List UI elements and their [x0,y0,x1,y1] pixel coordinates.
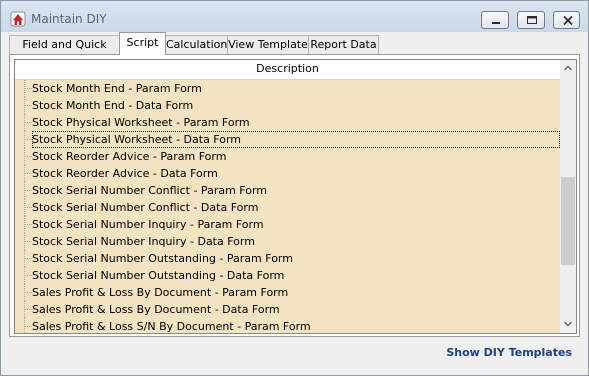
tree-connector [25,173,32,174]
table-row[interactable]: Stock Month End - Data Form [15,97,560,114]
window-title: Maintain DIY [31,12,107,26]
table-row[interactable]: Stock Serial Number Outstanding - Param … [15,250,560,267]
table-row[interactable]: Sales Profit & Loss S/N By Document - Pa… [15,318,560,333]
tab-script[interactable]: Script [119,32,166,55]
table-row[interactable]: Stock Serial Number Inquiry - Data Form [15,233,560,250]
row-description: Stock Physical Worksheet - Data Form [32,131,560,148]
scroll-down-button[interactable] [560,316,576,333]
tree-connector [25,258,32,259]
row-description: Stock Reorder Advice - Param Form [32,150,227,163]
row-description: Stock Month End - Data Form [32,99,194,112]
tree-connector [25,88,32,89]
tree-connector [25,292,32,293]
row-description: Sales Profit & Loss By Document - Param … [32,286,289,299]
maximize-icon [527,16,537,24]
row-description: Stock Month End - Param Form [32,82,202,95]
table-row[interactable]: Stock Month End - Param Form [15,80,560,97]
row-description: Stock Serial Number Conflict - Param For… [32,184,268,197]
row-description: Stock Serial Number Conflict - Data Form [32,201,259,214]
table-row[interactable]: Stock Serial Number Outstanding - Data F… [15,267,560,284]
row-description: Stock Serial Number Outstanding - Data F… [32,269,285,282]
tree-connector [25,122,32,123]
tree-connector [25,275,32,276]
tree-connector [25,309,32,310]
show-diy-templates-link[interactable]: Show DIY Templates [446,346,572,359]
tree-connector [25,207,32,208]
tab-field-and-quick-form[interactable]: Field and Quick Form [9,35,120,68]
maximize-button[interactable] [517,11,545,29]
script-tab-panel: Description Stock Month End - Param Form… [9,54,580,337]
row-description: Stock Reorder Advice - Data Form [32,167,218,180]
row-description: Sales Profit & Loss S/N By Document - Pa… [32,320,311,333]
chevron-down-icon [564,321,572,327]
tab-view-template[interactable]: View Template [227,35,309,54]
table-row[interactable]: Sales Profit & Loss By Document - Param … [15,284,560,301]
tab-calculation[interactable]: Calculation [165,35,228,54]
tree-connector [25,105,32,106]
table-row[interactable]: Stock Reorder Advice - Param Form [15,148,560,165]
description-column-header[interactable]: Description [15,60,560,80]
table-row[interactable]: Stock Reorder Advice - Data Form [15,165,560,182]
table-row[interactable]: Stock Serial Number Conflict - Param For… [15,182,560,199]
chevron-up-icon [564,65,572,71]
table-row[interactable]: Stock Serial Number Conflict - Data Form [15,199,560,216]
row-description: Stock Serial Number Inquiry - Data Form [32,235,255,248]
minimize-button[interactable] [481,11,509,29]
grid-rows: Stock Month End - Param Form Stock Month… [15,80,560,333]
vertical-scrollbar[interactable] [560,60,576,333]
tab-strip: Field and Quick Form Script Calculation … [9,32,580,68]
row-description: Sales Profit & Loss By Document - Data F… [32,303,280,316]
script-grid: Description Stock Month End - Param Form… [14,59,577,334]
tree-connector [25,156,32,157]
app-icon [10,11,26,27]
tree-connector [25,326,32,327]
table-row[interactable]: Stock Physical Worksheet - Param Form [15,114,560,131]
tree-connector [25,224,32,225]
row-description: Stock Serial Number Inquiry - Param Form [32,218,264,231]
scrollbar-thumb[interactable] [561,177,575,265]
scroll-up-button[interactable] [560,60,576,77]
tree-connector [25,190,32,191]
table-row[interactable]: Sales Profit & Loss By Document - Data F… [15,301,560,318]
row-description: Stock Serial Number Outstanding - Param … [32,252,293,265]
tab-report-data[interactable]: Report Data [308,35,379,54]
close-button[interactable] [553,11,580,29]
table-row[interactable]: Stock Serial Number Inquiry - Param Form [15,216,560,233]
close-icon [563,15,573,26]
table-row-selected[interactable]: Stock Physical Worksheet - Data Form [15,131,560,148]
minimize-icon [492,22,500,24]
maintain-diy-window: Maintain DIY Field and Quick Form Script… [0,0,589,376]
tree-connector [25,241,32,242]
row-description: Stock Physical Worksheet - Param Form [32,116,250,129]
tree-connector [25,139,32,140]
title-bar[interactable]: Maintain DIY [1,1,588,32]
